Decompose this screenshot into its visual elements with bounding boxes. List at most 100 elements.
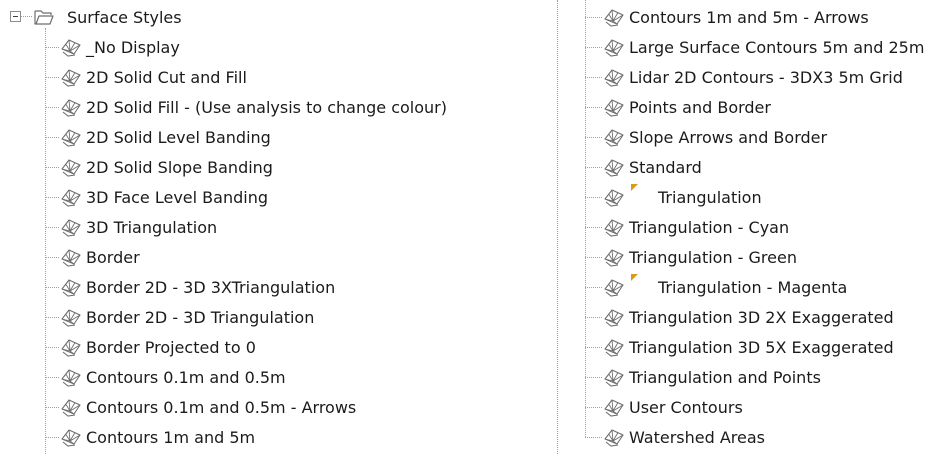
- surface-style-item[interactable]: Triangulation - Green: [603, 242, 797, 272]
- surface-style-item[interactable]: _No Display: [60, 32, 180, 62]
- surface-style-item[interactable]: Contours 0.1m and 0.5m: [60, 362, 286, 392]
- surface-style-item[interactable]: 2D Solid Level Banding: [60, 122, 271, 152]
- surface-style-label: 3D Triangulation: [86, 217, 218, 237]
- surface-style-icon: [60, 426, 82, 448]
- tree-connector: [585, 137, 602, 138]
- tree-connector: [45, 77, 59, 78]
- surface-style-label: Border Projected to 0: [86, 337, 256, 357]
- surface-style-label: Large Surface Contours 5m and 25m: [629, 37, 925, 57]
- tree-connector: [585, 257, 602, 258]
- surface-style-icon: [603, 66, 625, 88]
- surface-style-item[interactable]: 3D Triangulation: [60, 212, 217, 242]
- surface-style-icon: [603, 6, 625, 28]
- surface-style-item[interactable]: Border 2D - 3D Triangulation: [60, 302, 314, 332]
- tree-guide-line: [585, 0, 586, 437]
- surface-style-icon: [603, 216, 625, 238]
- tree-connector: [585, 317, 602, 318]
- tree-root-surface-styles[interactable]: Surface Styles: [33, 2, 182, 32]
- surface-style-label: 2D Solid Fill - (Use analysis to change …: [86, 97, 447, 117]
- tree-connector: [45, 377, 59, 378]
- surface-style-item[interactable]: 3D Face Level Banding: [60, 182, 268, 212]
- surface-style-item[interactable]: 2D Solid Fill - (Use analysis to change …: [60, 92, 447, 122]
- surface-style-item[interactable]: Watershed Areas: [603, 422, 765, 452]
- tree-connector: [585, 77, 602, 78]
- surface-style-label: Points and Border: [629, 97, 771, 117]
- tree-guide-line: [45, 28, 46, 454]
- surface-style-icon: [603, 276, 625, 298]
- surface-style-label: 2D Solid Slope Banding: [86, 157, 273, 177]
- surface-style-item[interactable]: Triangulation: [603, 182, 762, 212]
- surface-style-label: Triangulation - Magenta: [658, 277, 848, 297]
- surface-style-item[interactable]: Large Surface Contours 5m and 25m: [603, 32, 924, 62]
- surface-style-icon: [60, 156, 82, 178]
- surface-style-icon: [603, 156, 625, 178]
- surface-style-item[interactable]: Triangulation 3D 5X Exaggerated: [603, 332, 894, 362]
- surface-style-item[interactable]: Border 2D - 3D 3XTriangulation: [60, 272, 335, 302]
- tree-connector: [45, 167, 59, 168]
- tree-connector: [45, 347, 59, 348]
- surface-style-label: Standard: [629, 157, 702, 177]
- surface-style-icon: [603, 366, 625, 388]
- surface-style-label: Slope Arrows and Border: [629, 127, 828, 147]
- tree-connector: [585, 437, 602, 438]
- surface-style-item[interactable]: Triangulation - Magenta: [603, 272, 847, 302]
- surface-style-label: 2D Solid Level Banding: [86, 127, 271, 147]
- surface-style-item[interactable]: Lidar 2D Contours - 3DX3 5m Grid: [603, 62, 903, 92]
- tree-connector: [585, 17, 602, 18]
- tree-connector: [585, 107, 602, 108]
- surface-style-icon: [60, 276, 82, 298]
- surface-style-label: Border 2D - 3D 3XTriangulation: [86, 277, 336, 297]
- tree-connector: [45, 227, 59, 228]
- surface-style-icon: [60, 36, 82, 58]
- tree-connector: [45, 317, 59, 318]
- tree-connector: [585, 197, 602, 198]
- surface-style-label: 3D Face Level Banding: [86, 187, 268, 207]
- surface-style-icon: [60, 336, 82, 358]
- surface-style-icon: [60, 246, 82, 268]
- collapse-toggle[interactable]: [10, 11, 21, 22]
- surface-style-item[interactable]: Points and Border: [603, 92, 771, 122]
- surface-style-icon: [60, 126, 82, 148]
- surface-style-label: 2D Solid Cut and Fill: [86, 67, 247, 87]
- tree-connector: [45, 407, 59, 408]
- tree-connector: [21, 16, 32, 17]
- tree-connector: [585, 347, 602, 348]
- surface-style-label: User Contours: [629, 397, 743, 417]
- surface-style-item[interactable]: User Contours: [603, 392, 743, 422]
- surface-style-label: Triangulation and Points: [629, 367, 821, 387]
- tree-connector: [45, 437, 59, 438]
- surface-style-item[interactable]: 2D Solid Slope Banding: [60, 152, 273, 182]
- surface-style-label: Border: [86, 247, 140, 267]
- surface-style-icon: [603, 246, 625, 268]
- tree-connector: [45, 137, 59, 138]
- surface-style-icon: [603, 186, 625, 208]
- surface-style-label: _No Display: [86, 37, 180, 57]
- surface-style-item[interactable]: Slope Arrows and Border: [603, 122, 827, 152]
- surface-style-item[interactable]: Standard: [603, 152, 702, 182]
- folder-open-icon: [33, 6, 55, 28]
- surface-style-label: Watershed Areas: [629, 427, 766, 447]
- surface-style-icon: [603, 396, 625, 418]
- surface-style-icon: [60, 96, 82, 118]
- surface-style-item[interactable]: Contours 0.1m and 0.5m - Arrows: [60, 392, 356, 422]
- surface-style-item[interactable]: Border: [60, 242, 140, 272]
- surface-style-label: Lidar 2D Contours - 3DX3 5m Grid: [629, 67, 903, 87]
- surface-style-label: Contours 1m and 5m - Arrows: [629, 7, 869, 27]
- tree-connector: [45, 107, 59, 108]
- surface-style-item[interactable]: Border Projected to 0: [60, 332, 256, 362]
- tree-connector: [585, 47, 602, 48]
- surface-style-item[interactable]: Triangulation and Points: [603, 362, 821, 392]
- surface-style-item[interactable]: Contours 1m and 5m: [60, 422, 255, 452]
- surface-style-item[interactable]: 2D Solid Cut and Fill: [60, 62, 247, 92]
- surface-style-label: Triangulation - Cyan: [629, 217, 790, 237]
- surface-style-icon: [60, 306, 82, 328]
- surface-style-label: Triangulation 3D 5X Exaggerated: [629, 337, 894, 357]
- tree-connector: [45, 287, 59, 288]
- surface-style-item[interactable]: Triangulation 3D 2X Exaggerated: [603, 302, 894, 332]
- tree-connector: [585, 227, 602, 228]
- surface-style-icon: [60, 216, 82, 238]
- surface-style-item[interactable]: Contours 1m and 5m - Arrows: [603, 2, 869, 32]
- surface-style-item[interactable]: Triangulation - Cyan: [603, 212, 789, 242]
- tree-connector: [45, 197, 59, 198]
- surface-style-label: Contours 0.1m and 0.5m - Arrows: [86, 397, 357, 417]
